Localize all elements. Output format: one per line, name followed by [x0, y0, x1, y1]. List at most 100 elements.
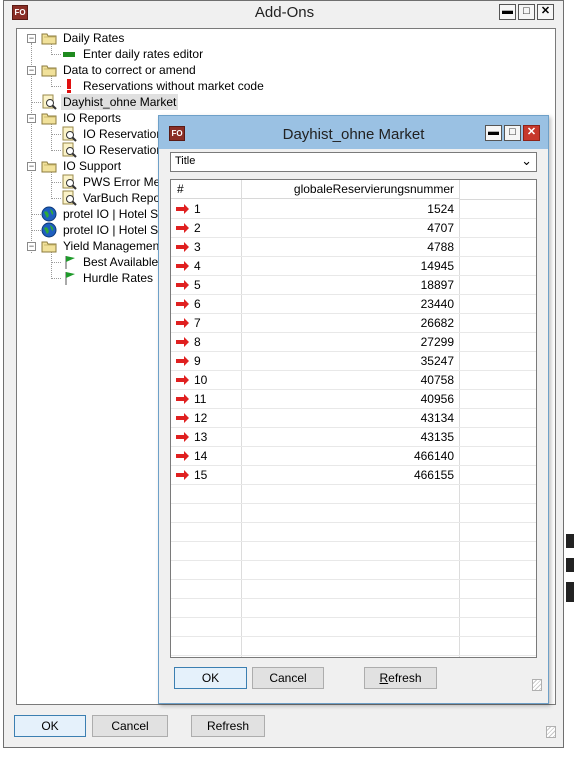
tree-item[interactable]: Reservations without market code: [17, 78, 547, 94]
minimize-button[interactable]: ▬: [485, 125, 502, 141]
tree-item-label: Enter daily rates editor: [83, 47, 204, 61]
table-row[interactable]: 15 466155: [171, 466, 536, 485]
table-row[interactable]: 3 4788: [171, 238, 536, 257]
reservation-number-cell: 23440: [420, 297, 454, 311]
row-number: 4: [194, 259, 201, 273]
tree-item[interactable]: − Data to correct or amend: [17, 62, 547, 78]
refresh-button[interactable]: Refresh: [191, 715, 265, 737]
ok-button[interactable]: OK: [14, 715, 86, 737]
reservation-number-cell: 40956: [420, 392, 454, 406]
table-row[interactable]: 11 40956: [171, 390, 536, 409]
row-number: 12: [194, 411, 208, 425]
reservation-number-cell: 4707: [427, 221, 454, 235]
tree-item[interactable]: Enter daily rates editor: [17, 46, 547, 62]
row-number: 3: [194, 240, 201, 254]
tree-item[interactable]: Dayhist_ohne Market: [17, 94, 547, 110]
row-divider: [171, 560, 536, 561]
collapse-icon[interactable]: −: [27, 242, 36, 251]
table-row[interactable]: 10 40758: [171, 371, 536, 390]
row-divider: [171, 503, 536, 504]
table-row[interactable]: 13 43135: [171, 428, 536, 447]
row-number: 1: [194, 202, 201, 216]
table-row[interactable]: 6 23440: [171, 295, 536, 314]
row-arrow-icon: [176, 375, 189, 385]
collapse-icon[interactable]: −: [27, 66, 36, 75]
row-arrow-icon: [176, 451, 189, 461]
row-arrow-icon: [176, 432, 189, 442]
row-divider: [171, 541, 536, 542]
title-combobox[interactable]: Title ⌄: [170, 152, 537, 172]
tree-connector: [51, 86, 61, 87]
row-arrow-icon: [176, 413, 189, 423]
chevron-down-icon[interactable]: ⌄: [521, 153, 532, 169]
exclamation-icon: [67, 79, 71, 93]
tree-connector: [51, 278, 61, 279]
collapse-icon[interactable]: −: [27, 162, 36, 171]
tree-item-label: Hurdle Rates: [83, 271, 154, 285]
tree-connector: [31, 214, 41, 215]
row-number: 14: [194, 449, 208, 463]
reservation-number-cell: 4788: [427, 240, 454, 254]
dialog-title-bar[interactable]: FO Dayhist_ohne Market ▬ □ ✕: [159, 116, 548, 149]
column-header-reservation-number[interactable]: globaleReservierungsnummer: [241, 180, 459, 199]
table-row[interactable]: 5 18897: [171, 276, 536, 295]
table-row[interactable]: 4 14945: [171, 257, 536, 276]
column-header-empty: [459, 180, 536, 200]
minimize-button[interactable]: ▬: [499, 4, 516, 20]
refresh-button[interactable]: Refresh: [364, 667, 437, 689]
ok-button[interactable]: OK: [174, 667, 247, 689]
cancel-button[interactable]: Cancel: [252, 667, 324, 689]
table-row[interactable]: 8 27299: [171, 333, 536, 352]
background-window-fragment: [566, 558, 574, 572]
green-arrow-icon: [63, 52, 75, 57]
row-number: 9: [194, 354, 201, 368]
row-arrow-icon: [176, 356, 189, 366]
row-arrow-icon: [176, 280, 189, 290]
reservation-number-cell: 466155: [413, 468, 454, 482]
results-grid[interactable]: # globaleReservierungsnummer 1 1524 2 4707 3…: [170, 179, 537, 658]
reservation-number-cell: 14945: [420, 259, 454, 273]
table-row[interactable]: 14 466140: [171, 447, 536, 466]
globe-icon: [41, 206, 57, 222]
maximize-button[interactable]: □: [518, 4, 535, 20]
table-row[interactable]: 12 43134: [171, 409, 536, 428]
table-row[interactable]: 9 35247: [171, 352, 536, 371]
row-number: 2: [194, 221, 201, 235]
resize-grip-icon[interactable]: [532, 679, 542, 691]
row-divider: [171, 655, 536, 656]
globe-icon: [41, 222, 57, 238]
tree-item-label: Data to correct or amend: [63, 63, 196, 77]
close-button[interactable]: ✕: [537, 4, 554, 20]
table-row[interactable]: 1 1524: [171, 200, 536, 219]
tree-item-label: IO Support: [63, 159, 122, 173]
dayhist-dialog: FO Dayhist_ohne Market ▬ □ ✕ Title ⌄ # g…: [158, 115, 549, 704]
collapse-icon[interactable]: −: [27, 114, 36, 123]
title-bar[interactable]: FO Add-Ons ▬ □ ✕: [4, 1, 565, 25]
tree-item-label: VarBuch Report: [83, 191, 168, 205]
tree-connector: [31, 230, 41, 231]
dialog-body: Title ⌄ # globaleReservierungsnummer 1 15…: [166, 149, 542, 698]
row-divider: [171, 617, 536, 618]
close-button[interactable]: ✕: [523, 125, 540, 141]
table-row[interactable]: 7 26682: [171, 314, 536, 333]
folder-icon: [41, 113, 57, 125]
tree-item-label: IO Reports: [63, 111, 122, 125]
tree-item[interactable]: − Daily Rates: [17, 30, 547, 46]
reservation-number-cell: 26682: [420, 316, 454, 330]
background-window-fragment: [566, 534, 574, 548]
background-window-fragment: [566, 582, 574, 602]
collapse-icon[interactable]: −: [27, 34, 36, 43]
report-search-icon: [62, 142, 77, 158]
folder-icon: [41, 33, 57, 45]
resize-grip-icon[interactable]: [546, 726, 556, 738]
tree-connector: [31, 102, 41, 103]
column-header-number[interactable]: #: [171, 180, 241, 199]
maximize-button[interactable]: □: [504, 125, 521, 141]
cancel-button[interactable]: Cancel: [92, 715, 168, 737]
tree-connector: [51, 262, 61, 263]
reservation-number-cell: 1524: [427, 202, 454, 216]
row-number: 10: [194, 373, 208, 387]
row-arrow-icon: [176, 204, 189, 214]
table-row[interactable]: 2 4707: [171, 219, 536, 238]
flag-icon: [65, 272, 75, 285]
